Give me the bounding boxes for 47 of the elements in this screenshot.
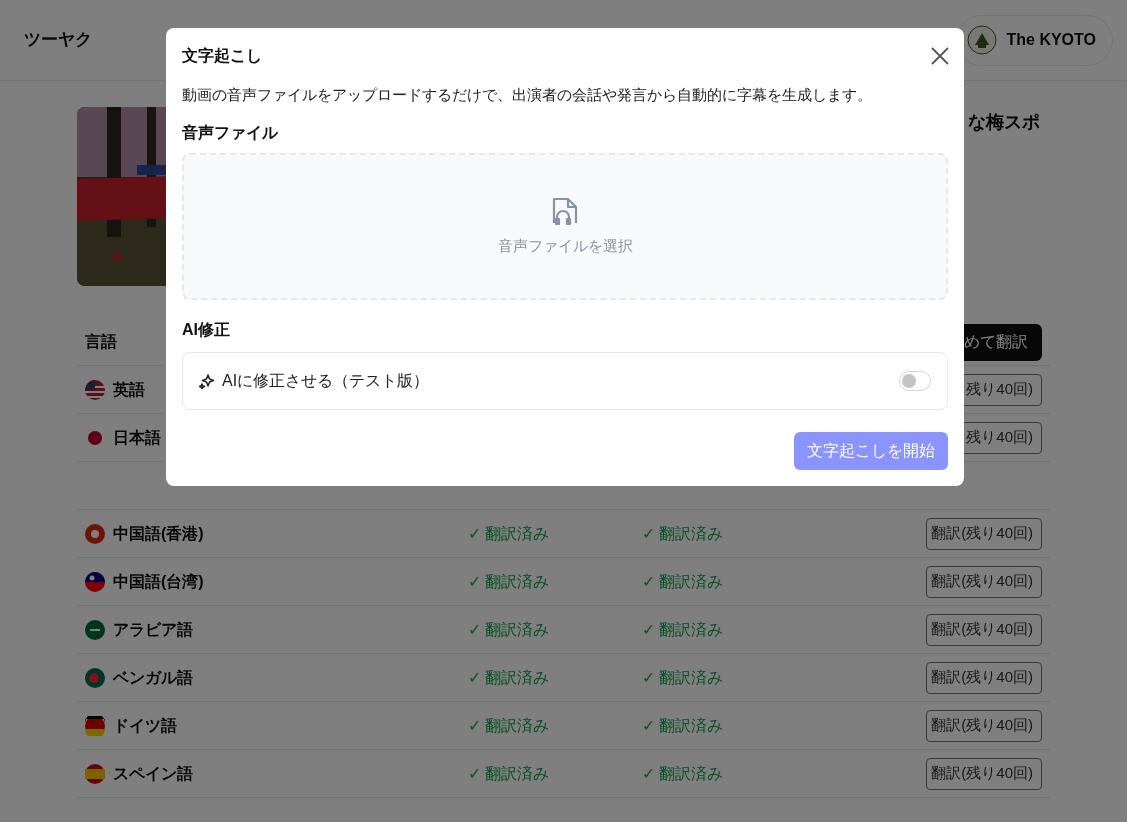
upload-dropzone[interactable]: 音声ファイルを選択 bbox=[182, 152, 948, 300]
language-name: アラビア語 bbox=[113, 620, 193, 638]
translation-status: ✓ 翻訳済み bbox=[642, 716, 724, 734]
translation-status: ✓ 翻訳済み bbox=[468, 764, 550, 782]
flag-icon bbox=[85, 571, 105, 592]
language-name: 中国語(台湾) bbox=[113, 572, 204, 590]
video-title: な梅スポ bbox=[968, 111, 1040, 134]
language-name: ベンガル語 bbox=[113, 668, 193, 686]
emblem-icon bbox=[966, 25, 997, 55]
language-name: 日本語 bbox=[113, 428, 161, 446]
translation-status: ✓ 翻訳済み bbox=[642, 524, 724, 542]
language-name: スペイン語 bbox=[113, 764, 193, 782]
translation-status: ✓ 翻訳済み bbox=[642, 620, 724, 638]
translation-status: ✓ 翻訳済み bbox=[468, 572, 550, 590]
flag-icon bbox=[85, 715, 105, 736]
section-label: AI修正 bbox=[182, 319, 231, 340]
flag-icon bbox=[85, 667, 105, 688]
translate-button[interactable]: 翻訳(残り40回) bbox=[926, 517, 1042, 550]
flag-icon bbox=[85, 619, 105, 640]
translate-button[interactable]: 翻訳(残り40回) bbox=[926, 565, 1042, 598]
sparkle-icon bbox=[199, 372, 215, 389]
language-name: 中国語(香港) bbox=[113, 524, 204, 542]
toggle-switch[interactable] bbox=[899, 370, 931, 391]
dialog-title: 文字起こし bbox=[182, 46, 262, 66]
translation-status: ✓ 翻訳済み bbox=[468, 716, 550, 734]
translate-button[interactable]: 翻訳(残り40回) bbox=[926, 757, 1042, 790]
translation-status: ✓ 翻訳済み bbox=[468, 668, 550, 686]
option-label: AIに修正させる（テスト版） bbox=[222, 370, 430, 391]
upload-label: 音声ファイルを選択 bbox=[497, 235, 633, 256]
translation-status: ✓ 翻訳済み bbox=[468, 620, 550, 638]
column-header: 言語 bbox=[85, 332, 117, 352]
close-icon[interactable] bbox=[930, 46, 950, 66]
flag-icon bbox=[85, 379, 105, 400]
translation-status: ✓ 翻訳済み bbox=[642, 668, 724, 686]
flag-icon bbox=[85, 523, 105, 544]
app-logo[interactable]: ツーヤク bbox=[24, 27, 92, 53]
language-name: 英語 bbox=[113, 380, 145, 398]
language-name: ドイツ語 bbox=[113, 716, 177, 734]
translation-status: ✓ 翻訳済み bbox=[642, 572, 724, 590]
translation-status: ✓ 翻訳済み bbox=[642, 764, 724, 782]
dialog-description: 動画の音声ファイルをアップロードするだけで、出演者の会話や発言から自動的に字幕を生成します。 bbox=[182, 85, 873, 105]
section-label: 音声ファイル bbox=[182, 122, 279, 143]
translate-button[interactable]: 翻訳(残り40回) bbox=[926, 613, 1042, 646]
translation-status: ✓ 翻訳済み bbox=[468, 524, 550, 542]
flag-icon bbox=[85, 763, 105, 784]
translate-button[interactable]: 翻訳(残り40回) bbox=[926, 661, 1042, 694]
translate-button[interactable]: 翻訳(残り40回) bbox=[926, 709, 1042, 742]
